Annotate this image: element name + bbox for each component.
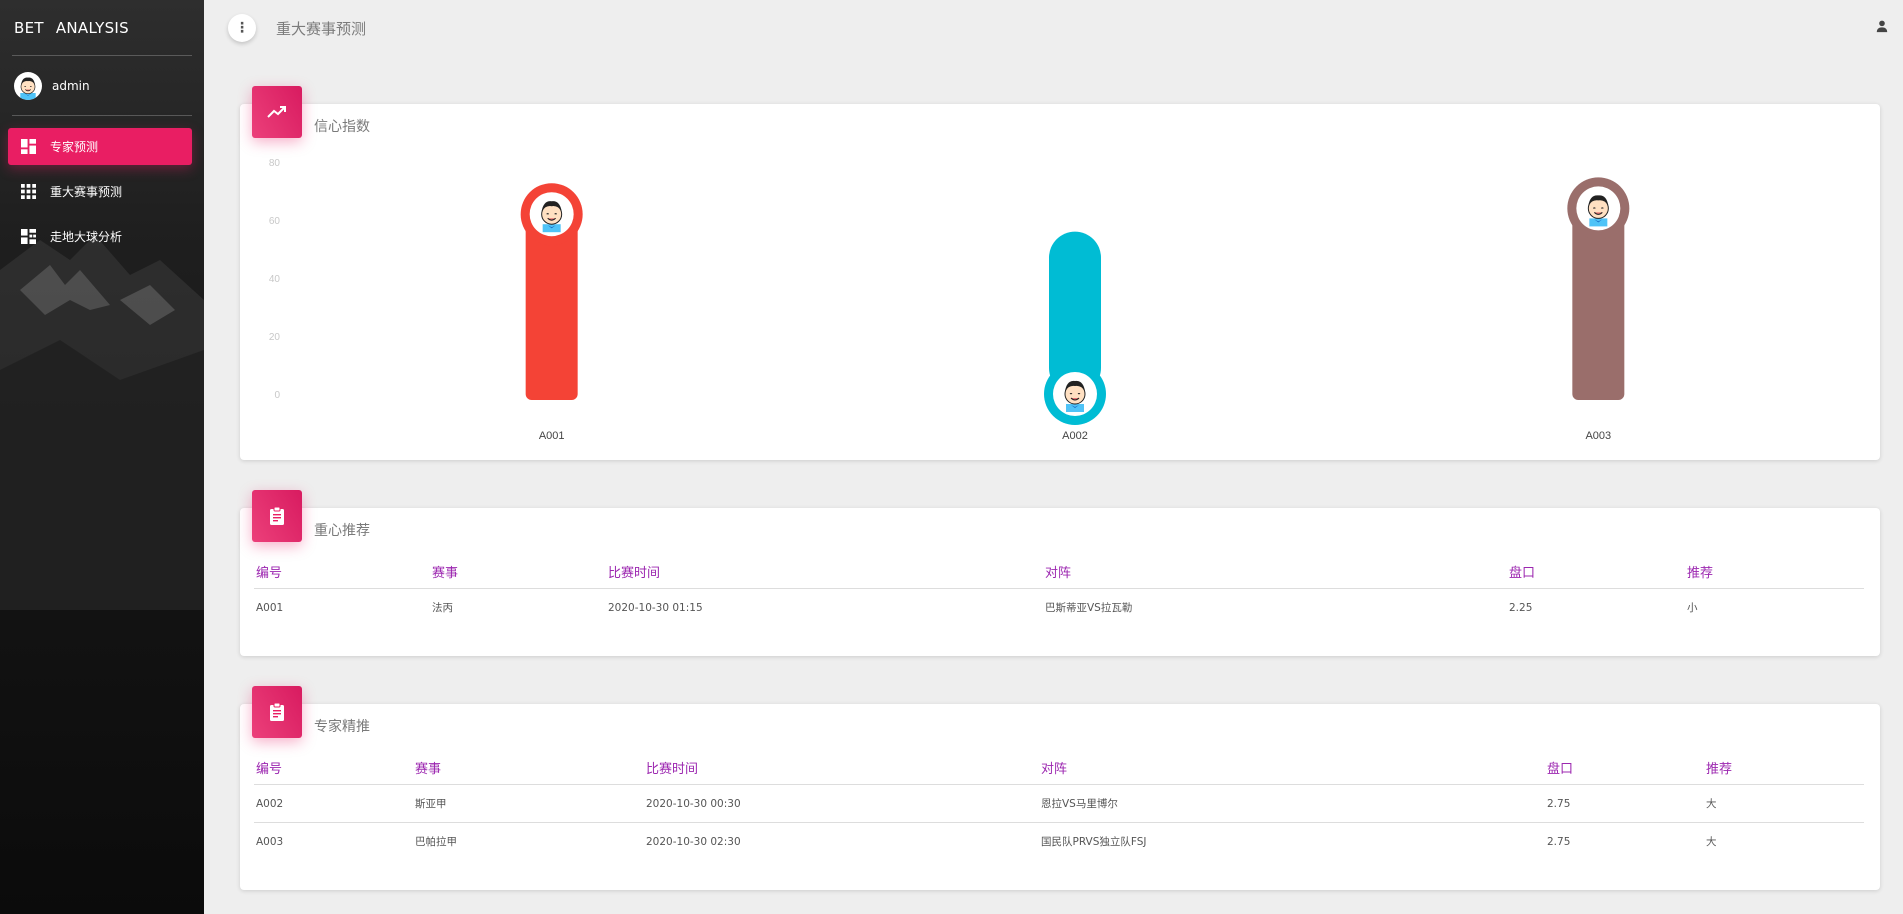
expert-picks-card: 专家精推 编号 赛事 比赛时间 对阵 盘口 推荐 A002 斯亚甲 2020-1… — [240, 686, 1880, 890]
x-category-label: A002 — [1062, 430, 1088, 442]
column-header[interactable]: 比赛时间 — [606, 562, 1043, 589]
y-tick-label: 0 — [274, 390, 280, 401]
table-row[interactable]: A003 巴帕拉甲 2020-10-30 02:30 国民队PRVS独立队FSJ… — [254, 823, 1864, 861]
user-profile[interactable]: admin — [0, 56, 204, 115]
column-header[interactable]: 推荐 — [1685, 562, 1864, 589]
column-header[interactable]: 赛事 — [413, 758, 644, 785]
y-tick-label: 80 — [269, 158, 281, 169]
sidebar-nav: 专家预测 重大赛事预测 走地大球分析 — [0, 128, 204, 255]
cell-time: 2020-10-30 01:15 — [608, 601, 703, 614]
dashboard-icon — [20, 139, 36, 155]
sidebar-item-label: 走地大球分析 — [50, 230, 123, 244]
sidebar-background-mountain — [0, 235, 204, 610]
sidebar-item-live-over-analysis[interactable]: 走地大球分析 — [8, 218, 192, 255]
confidence-chart: 0 20 40 60 80 A001 A002 A003 — [269, 158, 1630, 442]
column-header[interactable]: 盘口 — [1507, 562, 1685, 589]
menu-toggle-button[interactable]: ⋮ — [228, 14, 256, 42]
y-tick-label: 20 — [269, 332, 281, 343]
column-header[interactable]: 编号 — [254, 758, 413, 785]
cartoon-avatar-icon — [20, 77, 36, 100]
column-header[interactable]: 赛事 — [430, 562, 606, 589]
apps-grid-icon — [20, 184, 36, 200]
brand-title[interactable]: BET ANALYSIS — [0, 0, 204, 55]
chart-point-avatar — [520, 183, 583, 246]
cell-match: 恩拉VS马里博尔 — [1039, 784, 1545, 823]
sidebar-item-expert-prediction[interactable]: 专家预测 — [8, 128, 192, 165]
column-header[interactable]: 对阵 — [1039, 758, 1545, 785]
cell-match: 巴斯蒂亚VS拉瓦勒 — [1045, 602, 1133, 615]
cell-recommendation: 小 — [1687, 602, 1698, 615]
cell-handicap: 2.75 — [1547, 835, 1571, 848]
expert-picks-table: 编号 赛事 比赛时间 对阵 盘口 推荐 A002 斯亚甲 2020-10-30 … — [254, 758, 1864, 861]
sidebar-item-label: 专家预测 — [50, 140, 99, 154]
key-recommendation-table: 编号 赛事 比赛时间 对阵 盘口 推荐 A001 法丙 2020-10-30 0… — [254, 562, 1864, 627]
column-header[interactable]: 推荐 — [1704, 758, 1864, 785]
cell-id: A002 — [254, 784, 413, 823]
column-header[interactable]: 编号 — [254, 562, 430, 589]
x-category-label: A001 — [539, 430, 565, 442]
brand-part-2: ANALYSIS — [55, 18, 129, 37]
cell-league: 巴帕拉甲 — [415, 836, 457, 849]
key-recommendation-card: 重心推荐 编号 赛事 比赛时间 对阵 盘口 推荐 A001 法丙 2020-10… — [240, 490, 1880, 656]
card-title: 重心推荐 — [314, 523, 370, 539]
table-row[interactable]: A002 斯亚甲 2020-10-30 00:30 恩拉VS马里博尔 2.75 … — [254, 784, 1864, 823]
table-row[interactable]: A001 法丙 2020-10-30 01:15 巴斯蒂亚VS拉瓦勒 2.25 … — [254, 589, 1864, 627]
column-header[interactable]: 盘口 — [1545, 758, 1704, 785]
clipboard-icon — [252, 490, 302, 542]
chart-point-avatar — [1567, 177, 1630, 240]
sidebar-item-label: 重大赛事预测 — [50, 185, 123, 199]
clipboard-icon — [252, 686, 302, 738]
cell-league: 斯亚甲 — [413, 784, 644, 823]
cell-match: 国民队PRVS独立队FSJ — [1041, 836, 1147, 849]
column-header[interactable]: 对阵 — [1043, 562, 1507, 589]
user-name: admin — [52, 78, 90, 93]
more-vert-icon: ⋮ — [235, 20, 249, 36]
cell-handicap: 2.75 — [1545, 784, 1704, 823]
sidebar: BET ANALYSIS admin 专家预测 重大赛事预测 走地大球分析 — [0, 0, 204, 914]
cell-handicap: 2.25 — [1509, 601, 1533, 614]
table-header-row: 编号 赛事 比赛时间 对阵 盘口 推荐 — [254, 562, 1864, 589]
top-bar: ⋮ 重大赛事预测 — [204, 0, 1903, 56]
cell-recommendation: 大 — [1704, 784, 1864, 823]
cell-recommendation: 大 — [1706, 836, 1717, 849]
confidence-card: 信心指数 0 20 40 60 80 A001 A002 A003 — [240, 86, 1880, 460]
y-tick-label: 60 — [269, 216, 281, 227]
avatar — [14, 71, 42, 100]
quilt-icon — [20, 229, 36, 245]
cell-time: 2020-10-30 00:30 — [644, 784, 1039, 823]
page-title: 重大赛事预测 — [276, 20, 367, 38]
cell-time: 2020-10-30 02:30 — [646, 835, 741, 848]
chart-point-avatar — [1044, 363, 1106, 425]
sidebar-divider — [12, 115, 192, 116]
sidebar-item-major-events[interactable]: 重大赛事预测 — [8, 173, 192, 210]
y-tick-label: 40 — [269, 274, 281, 285]
brand-part-1: BET — [14, 18, 44, 37]
x-category-label: A003 — [1585, 430, 1611, 442]
person-icon[interactable] — [1875, 19, 1889, 33]
column-header[interactable]: 比赛时间 — [644, 758, 1039, 785]
cell-id: A001 — [256, 601, 284, 614]
cell-id: A003 — [256, 835, 284, 848]
cell-league: 法丙 — [432, 602, 453, 615]
card-title: 专家精推 — [314, 719, 370, 735]
table-header-row: 编号 赛事 比赛时间 对阵 盘口 推荐 — [254, 758, 1864, 785]
